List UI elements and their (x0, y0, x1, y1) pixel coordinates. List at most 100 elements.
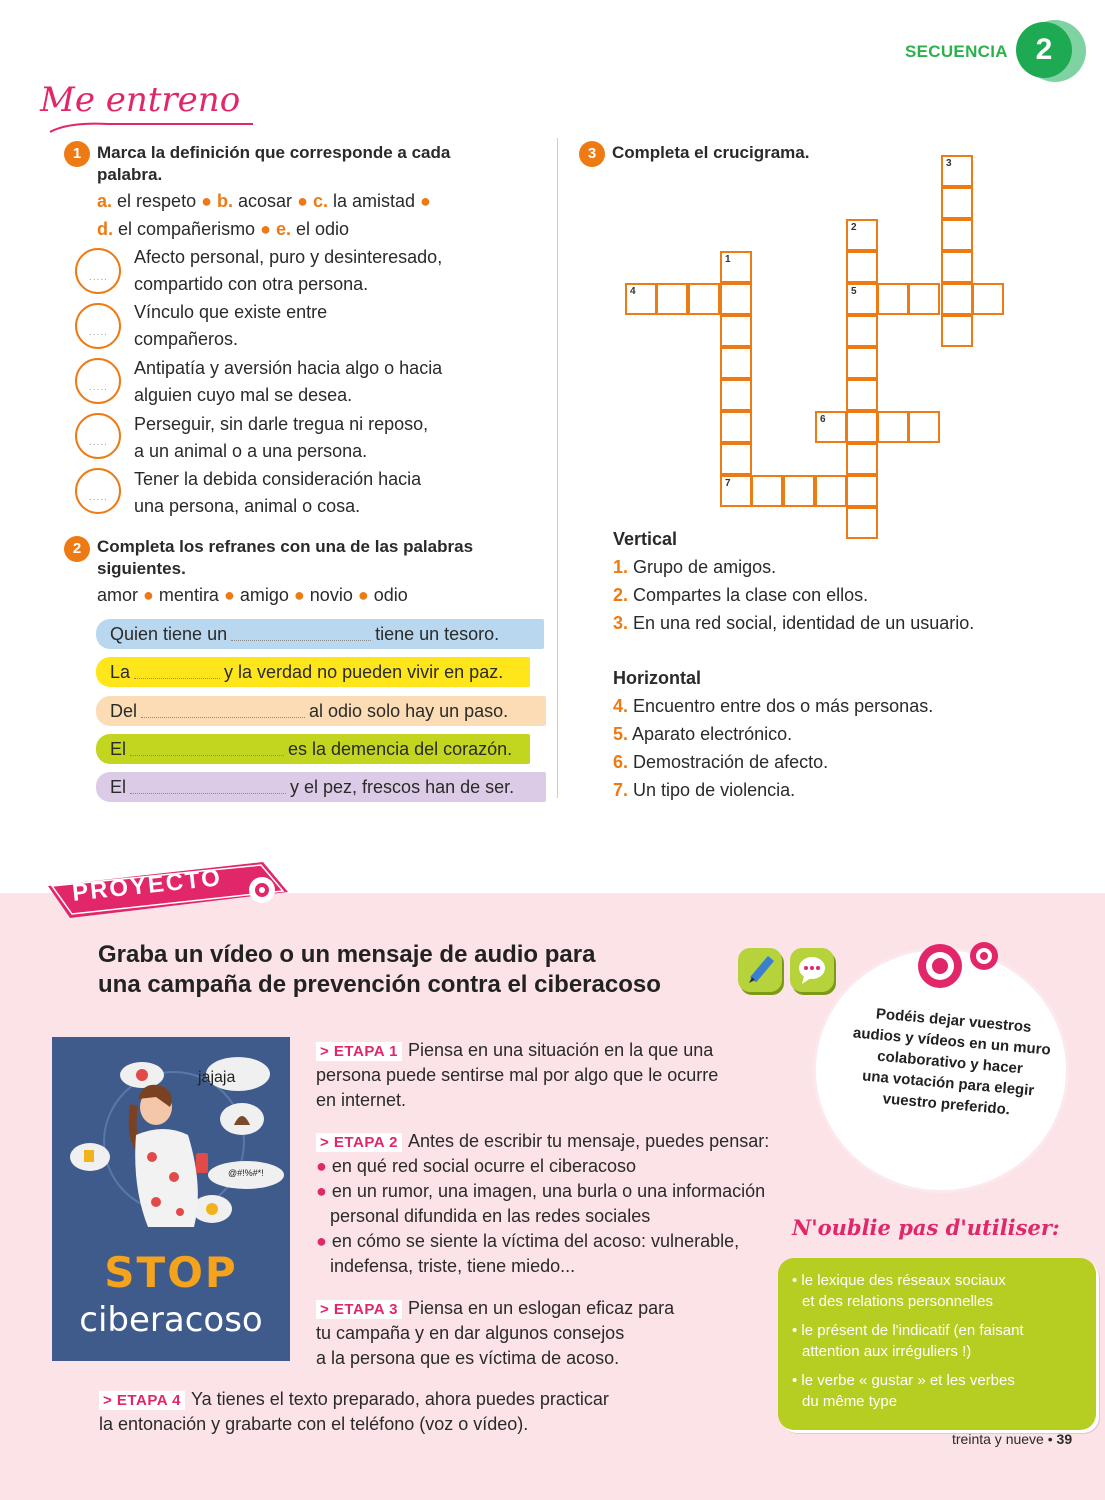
crossword-cell[interactable] (846, 379, 878, 411)
reminder-item: • le lexique des réseaux sociaux et des r… (792, 1272, 1006, 1310)
crossword-cell[interactable] (846, 411, 878, 443)
answer-circle-5[interactable]: ..... (75, 468, 121, 514)
reminder-box: • le lexique des réseaux sociaux et des r… (778, 1258, 1096, 1430)
project-title: Graba un vídeo o un mensaje de audio par… (98, 941, 661, 998)
etapa-1: > ETAPA 1 Piensa en una situación en la q… (316, 1040, 719, 1110)
crossword-cell[interactable]: 7 (720, 475, 752, 507)
crossword-cell[interactable] (846, 475, 878, 507)
crossword-cell[interactable] (656, 283, 688, 315)
crossword-cell[interactable] (972, 283, 1004, 315)
proverb-blank-3[interactable] (141, 700, 306, 718)
exercise-1-options-row-2: d. el compañerismo ● e. el odio (97, 219, 350, 239)
crossword-cell[interactable] (720, 379, 752, 411)
crossword-cell[interactable] (846, 507, 878, 539)
crossword-cell[interactable] (877, 411, 909, 443)
chat-bubble-icon (790, 948, 834, 992)
proverb-strip-5: El y el pez, frescos han de ser. (96, 772, 546, 802)
crossword-cell[interactable] (720, 347, 752, 379)
crossword-cell[interactable]: 4 (625, 283, 657, 315)
clue-item: 4. Encuentro entre dos o más personas. (613, 696, 934, 716)
proverb-blank-1[interactable] (231, 623, 372, 641)
definition-2: Vínculo que existe entre compañeros. (134, 302, 328, 349)
definition-3: Antipatía y aversión hacia algo o hacia a… (134, 358, 443, 405)
crossword-cell[interactable] (908, 411, 940, 443)
definition-1: Afecto personal, puro y desinteresado, co… (134, 247, 443, 294)
crossword-cell[interactable] (941, 251, 973, 283)
crossword-cell[interactable] (941, 219, 973, 251)
proverb-blank-4[interactable] (130, 738, 285, 756)
crossword-cell[interactable] (720, 315, 752, 347)
crossword-cell[interactable] (720, 411, 752, 443)
crossword-cell[interactable] (908, 283, 940, 315)
gears-icon (918, 942, 998, 988)
exercise-2-number: 2 (64, 536, 90, 562)
crossword-cell[interactable] (846, 443, 878, 475)
sequence-number-badge: 2 (1016, 22, 1072, 78)
clue-item: 5. Aparato electrónico. (613, 724, 793, 744)
crossword-cell[interactable] (688, 283, 720, 315)
answer-circle-4[interactable]: ..... (75, 413, 121, 459)
tip-bubble-text: Podéis dejar vuestros audios y vídeos en… (852, 1005, 1052, 1119)
answer-circle-3[interactable]: ..... (75, 358, 121, 404)
proverb-strip-4: El es la demencia del corazón. (96, 734, 530, 764)
etapa-1-tag: > ETAPA 1 (316, 1042, 402, 1061)
reminder-title: N'oublie pas d'utiliser: (792, 1215, 1060, 1240)
crossword-cell[interactable]: 1 (720, 251, 752, 283)
poster-bubble-jajaja: jajaja (198, 1069, 236, 1086)
proverb-blank-5[interactable] (130, 776, 287, 794)
clue-item: 1. Grupo de amigos. (613, 557, 777, 577)
answer-circle-2[interactable]: ..... (75, 303, 121, 349)
exercise-1-title: Marca la definición que corresponde a ca… (97, 143, 451, 184)
etapa-3: > ETAPA 3 Piensa en un eslogan eficaz par… (316, 1298, 675, 1368)
crossword-cell[interactable]: 5 (846, 283, 878, 315)
exercise-2-word-bank: amor ● mentira ● amigo ● novio ● odio (97, 585, 408, 605)
proverb-blank-2[interactable] (134, 661, 221, 679)
crossword-cell[interactable] (815, 475, 847, 507)
crossword-cell[interactable] (846, 251, 878, 283)
crossword-cell[interactable] (941, 315, 973, 347)
etapa-3-tag: > ETAPA 3 (316, 1300, 402, 1319)
clue-item: 2. Compartes la clase con ellos. (613, 585, 869, 605)
crossword-cell[interactable] (941, 283, 973, 315)
proverb-strip-1: Quien tiene un tiene un tesoro. (96, 619, 544, 649)
clue-item: 7. Un tipo de violencia. (613, 780, 796, 800)
etapa-2-tag: > ETAPA 2 (316, 1133, 402, 1152)
exercise-3-title: Completa el crucigrama. (612, 143, 810, 162)
crossword-cell[interactable]: 2 (846, 219, 878, 251)
reminder-item: • le verbe « gustar » et les verbes du mê… (792, 1372, 1015, 1410)
crossword-cell[interactable] (783, 475, 815, 507)
exercise-1-number: 1 (64, 141, 90, 167)
poster-stop-text: STOP (104, 1248, 238, 1297)
crossword-cell[interactable] (720, 443, 752, 475)
pencil-icon (738, 948, 782, 992)
proverb-strip-2: La y la verdad no pueden vivir en paz. (96, 657, 530, 687)
definition-4: Perseguir, sin darle tregua ni reposo, a … (134, 414, 429, 461)
poster-bubble-symbols: @#!%#*! (228, 1168, 264, 1178)
clue-item: 6. Demostración de afecto. (613, 752, 829, 772)
title-underline (49, 122, 253, 133)
crossword-cell[interactable] (720, 283, 752, 315)
reminder-list: • le lexique des réseaux sociaux et des r… (792, 1270, 1024, 1412)
crossword-cell[interactable]: 6 (815, 411, 847, 443)
crossword-cell[interactable] (877, 283, 909, 315)
exercise-2-title: Completa los refranes con una de las pal… (97, 537, 474, 578)
etapa-4: > ETAPA 4 Ya tienes el texto preparado, a… (99, 1389, 609, 1434)
exercise-1-options-row-1: a. el respeto ● b. acosar ● c. la amista… (97, 191, 431, 211)
definition-5: Tener la debida consideración hacia una p… (134, 469, 422, 516)
crossword-cell[interactable] (751, 475, 783, 507)
etapa-2: > ETAPA 2 Antes de escribir tu mensaje, p… (316, 1131, 770, 1276)
answer-circle-1[interactable]: ..... (75, 248, 121, 294)
reminder-item: • le présent de l'indicatif (en faisant a… (792, 1322, 1024, 1360)
sequence-label: SECUENCIA (905, 42, 1008, 61)
section-title: Me entreno (40, 80, 241, 120)
vertical-heading: Vertical (613, 529, 678, 549)
exercise-3-number: 3 (579, 141, 605, 167)
crossword-cell[interactable] (846, 347, 878, 379)
poster-ciberacoso-text: ciberacoso (79, 1300, 263, 1340)
vertical-clues: 1. Grupo de amigos. 2. Compartes la clas… (613, 553, 974, 637)
crossword-cell[interactable]: 3 (941, 155, 973, 187)
proverb-strip-3: Del al odio solo hay un paso. (96, 696, 546, 726)
crossword-cell[interactable] (846, 315, 878, 347)
horizontal-heading: Horizontal (613, 668, 701, 688)
crossword-cell[interactable] (941, 187, 973, 219)
